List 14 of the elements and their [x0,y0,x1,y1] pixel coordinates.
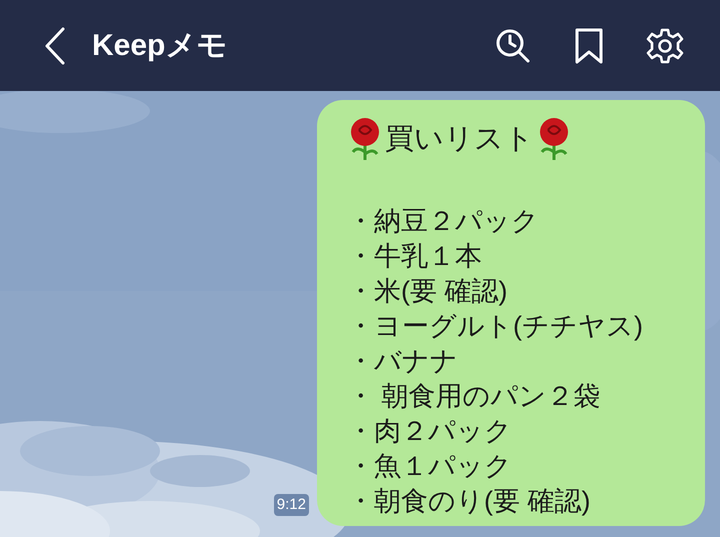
list-item: ・ヨーグルト(チチヤス) [347,310,643,343]
list-item: ・納豆２パック [347,205,539,238]
list-item: ・ 朝食用のパン２袋 [347,380,601,413]
chat-title: Keepメモ [92,30,228,60]
list-item: ・朝食のり(要 確認) [347,485,590,518]
timestamp: 9:12 [274,494,309,516]
list-item: ・米(要 確認) [347,275,508,308]
message-title: 買いリスト [385,124,534,154]
list-item: ・肉２パック [347,415,512,448]
search-icon[interactable] [494,26,532,64]
settings-icon[interactable] [646,26,684,64]
list-item: ・魚１パック [347,450,512,483]
list-item: ・牛乳１本 [347,240,482,273]
list-item: ・バナナ [347,345,458,378]
